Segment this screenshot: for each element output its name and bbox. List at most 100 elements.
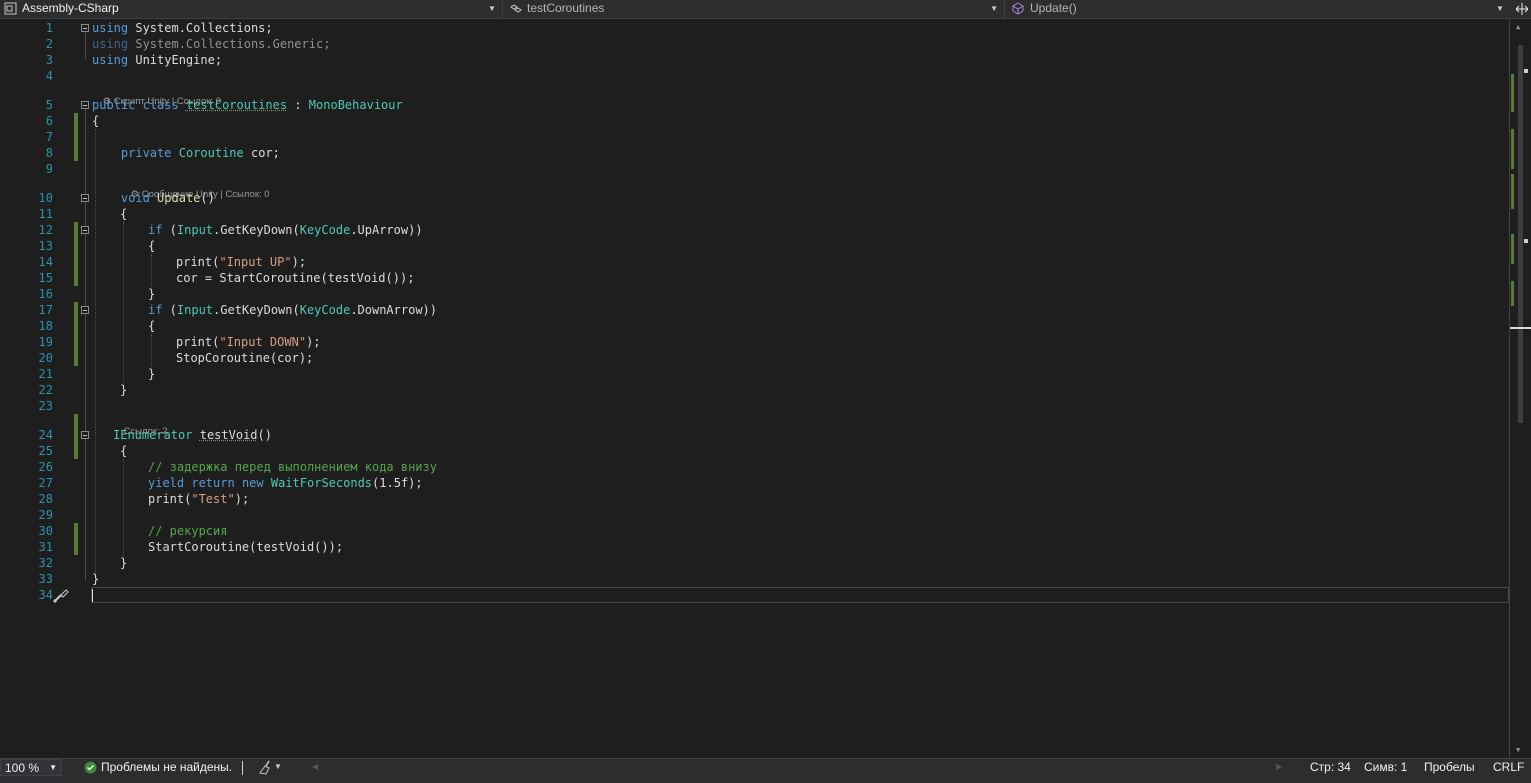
code-line: if (Input.GetKeyDown(KeyCode.UpArrow))	[148, 223, 423, 237]
line-number: 31	[38, 540, 53, 554]
scroll-change-marker	[1511, 74, 1514, 112]
code-line: StopCoroutine(cor);	[176, 351, 314, 365]
csharp-project-icon	[4, 2, 17, 15]
code-line: }	[148, 287, 156, 301]
collapse-toggle[interactable]	[81, 431, 89, 439]
zoom-level: 100 %	[5, 761, 40, 775]
line-number: 29	[38, 508, 53, 522]
line-number: 34	[38, 588, 53, 602]
check-circle-icon[interactable]	[84, 761, 97, 774]
scroll-thumb[interactable]	[1518, 45, 1523, 423]
line-number: 20	[38, 351, 53, 365]
line-number: 25	[38, 444, 53, 458]
class-scope-dropdown[interactable]: testCoroutines ▼	[505, 0, 1005, 18]
line-number: 3	[45, 53, 53, 67]
current-line-highlight	[91, 587, 1509, 603]
collapse-toggle[interactable]	[81, 306, 89, 314]
collapse-toggle[interactable]	[81, 24, 89, 32]
split-window-button[interactable]	[1512, 0, 1531, 18]
line-number: 32	[38, 556, 53, 570]
text-caret	[92, 589, 93, 602]
scroll-down-arrow-icon[interactable]: ▼	[1516, 746, 1520, 754]
code-line: print("Input UP");	[176, 255, 307, 269]
issues-status[interactable]: Проблемы не найдены.	[101, 760, 232, 774]
line-number: 16	[38, 287, 53, 301]
collapse-toggle[interactable]	[81, 226, 89, 234]
collapse-toggle[interactable]	[81, 101, 89, 109]
code-line: using UnityEngine;	[92, 53, 223, 67]
project-dropdown[interactable]: Assembly-CSharp ▼	[0, 0, 503, 18]
status-bar: 100 % ▼ Проблемы не найдены. ▼ ◀ ▶ Стр: …	[0, 758, 1531, 783]
member-scope-dropdown[interactable]: Update() ▼	[1008, 0, 1510, 18]
chevron-down-icon[interactable]: ▼	[274, 762, 282, 771]
line-number: 1	[45, 21, 53, 35]
line-ending-indicator[interactable]: CRLF	[1493, 760, 1524, 774]
scroll-up-arrow-icon[interactable]: ▲	[1516, 23, 1520, 31]
line-number: 14	[38, 255, 53, 269]
chevron-down-icon: ▼	[488, 4, 496, 13]
line-number: 30	[38, 524, 53, 538]
code-line: yield return new WaitForSeconds(1.5f);	[148, 476, 423, 490]
class-scope-name: testCoroutines	[527, 1, 605, 15]
code-line: if (Input.GetKeyDown(KeyCode.DownArrow))	[148, 303, 438, 317]
code-editor[interactable]: 1 2 3 4 5 6 7 8 9 10 11 12 13 14 15 16 1…	[0, 19, 1509, 758]
scroll-left-arrow-icon[interactable]: ◀	[312, 762, 318, 771]
zoom-dropdown[interactable]: 100 % ▼	[0, 759, 62, 776]
line-number: 26	[38, 460, 53, 474]
code-line: {	[148, 319, 156, 333]
indent-guide	[151, 254, 152, 286]
scroll-marker	[1524, 239, 1528, 243]
indent-guide	[123, 222, 124, 382]
line-number: 13	[38, 239, 53, 253]
collapse-toggle[interactable]	[81, 194, 89, 202]
change-marker	[74, 523, 78, 555]
line-number: 28	[38, 492, 53, 506]
method-icon	[1012, 2, 1024, 15]
line-number: 5	[45, 98, 53, 112]
split-icon	[1514, 3, 1529, 15]
scroll-right-arrow-icon[interactable]: ▶	[1276, 762, 1282, 771]
line-number: 15	[38, 271, 53, 285]
code-comment: // задержка перед выполнением кода внизу	[148, 460, 437, 474]
indentation-indicator[interactable]: Пробелы	[1424, 760, 1475, 774]
code-line: using System.Collections.Generic;	[92, 37, 331, 51]
code-line: public class testCoroutines : MonoBehavi…	[92, 98, 403, 112]
line-number: 18	[38, 319, 53, 333]
code-comment: // рекурсия	[148, 524, 228, 538]
code-line: using System.Collections;	[92, 21, 273, 35]
code-line: }	[120, 383, 128, 397]
code-line: {	[148, 239, 156, 253]
scroll-marker	[1524, 69, 1528, 73]
chevron-down-icon: ▼	[1496, 4, 1504, 13]
code-line: cor = StartCoroutine(testVoid());	[176, 271, 415, 285]
chevron-down-icon: ▼	[990, 4, 998, 13]
fold-line	[85, 28, 86, 60]
column-indicator[interactable]: Симв: 1	[1364, 760, 1407, 774]
change-marker	[74, 113, 78, 161]
class-icon	[510, 4, 522, 13]
brush-icon[interactable]	[257, 760, 273, 775]
screwdriver-brush-icon[interactable]	[52, 586, 70, 604]
line-number: 11	[38, 207, 53, 221]
code-line: }	[92, 572, 100, 586]
code-line: private Coroutine cor;	[120, 146, 280, 160]
line-number: 22	[38, 383, 53, 397]
change-marker	[74, 222, 78, 286]
scroll-change-marker	[1511, 129, 1514, 169]
line-number: 27	[38, 476, 53, 490]
change-marker	[74, 302, 78, 366]
line-number: 4	[45, 69, 53, 83]
line-number: 12	[38, 223, 53, 237]
code-line: StartCoroutine(testVoid());	[148, 540, 344, 554]
scroll-change-marker	[1511, 281, 1514, 306]
line-number: 10	[38, 191, 53, 205]
line-indicator[interactable]: Стр: 34	[1310, 760, 1351, 774]
member-scope-name: Update()	[1030, 1, 1077, 15]
navigation-bar: Assembly-CSharp ▼ testCoroutines ▼ Updat…	[0, 0, 1531, 19]
vertical-scrollbar[interactable]: ▲ ▼	[1509, 19, 1531, 758]
line-number: 19	[38, 335, 53, 349]
line-number: 17	[38, 303, 53, 317]
scroll-caret-marker	[1510, 327, 1531, 329]
line-number: 21	[38, 367, 53, 381]
line-number: 7	[45, 130, 53, 144]
